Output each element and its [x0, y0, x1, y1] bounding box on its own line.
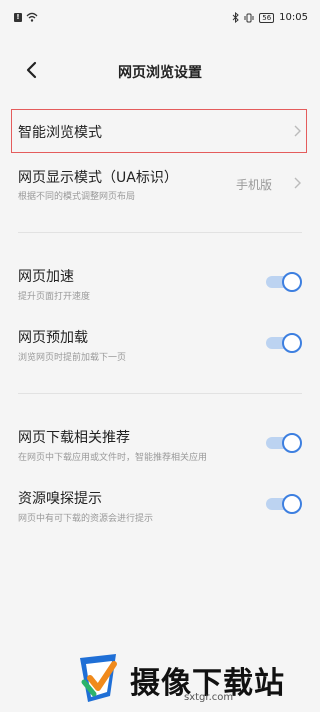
- toggle-knob: [282, 433, 302, 453]
- page-title: 网页浏览设置: [118, 65, 202, 81]
- toggle-knob: [282, 494, 302, 514]
- toggle-knob: [282, 272, 302, 292]
- setting-download-recommend: 网页下载相关推荐 在网页中下载应用或文件时，智能推荐相关应用: [0, 425, 320, 465]
- battery-icon: 56: [259, 12, 275, 23]
- smart-mode-title: 智能浏览模式: [18, 125, 102, 141]
- setting-smart-mode[interactable]: 智能浏览模式: [0, 110, 320, 152]
- display-mode-title: 网页显示模式（UA标识）: [18, 170, 178, 186]
- display-mode-value: 手机版: [235, 178, 272, 192]
- preload-title: 网页预加载: [18, 330, 88, 346]
- chevron-right-icon: [294, 177, 301, 189]
- bluetooth-icon: [232, 12, 239, 23]
- alert-icon: !: [14, 12, 22, 22]
- setting-display-mode[interactable]: 网页显示模式（UA标识） 根据不同的模式调整网页布局 手机版: [0, 162, 320, 206]
- vibrate-icon: [244, 13, 254, 22]
- setting-acceleration: 网页加速 提升页面打开速度: [0, 264, 320, 304]
- download-recommend-toggle[interactable]: [266, 433, 302, 453]
- setting-preload: 网页预加载 浏览网页时提前加载下一页: [0, 325, 320, 365]
- resource-sniff-toggle[interactable]: [266, 494, 302, 514]
- toggle-knob: [282, 333, 302, 353]
- divider: [18, 232, 302, 233]
- status-bar: ! 56 10:05: [0, 0, 320, 38]
- watermark-url: sxtgr.com: [184, 692, 234, 703]
- page-header: 网页浏览设置: [0, 48, 320, 92]
- chevron-right-icon: [294, 125, 301, 137]
- watermark-logo-icon: [80, 654, 117, 702]
- acceleration-toggle[interactable]: [266, 272, 302, 292]
- resource-sniff-subtitle: 网页中有可下载的资源会进行提示: [18, 514, 154, 524]
- divider: [18, 393, 302, 394]
- acceleration-subtitle: 提升页面打开速度: [18, 292, 91, 302]
- preload-toggle[interactable]: [266, 333, 302, 353]
- acceleration-title: 网页加速: [18, 269, 74, 285]
- display-mode-subtitle: 根据不同的模式调整网页布局: [18, 192, 136, 202]
- preload-subtitle: 浏览网页时提前加载下一页: [18, 353, 127, 363]
- download-recommend-title: 网页下载相关推荐: [18, 430, 130, 446]
- status-left: !: [14, 12, 38, 22]
- resource-sniff-title: 资源嗅探提示: [18, 491, 102, 507]
- watermark: 摄像下载站 sxtgr.com: [76, 652, 316, 712]
- status-time: 10:05: [279, 12, 308, 23]
- setting-resource-sniff: 资源嗅探提示 网页中有可下载的资源会进行提示: [0, 486, 320, 526]
- download-recommend-subtitle: 在网页中下载应用或文件时，智能推荐相关应用: [18, 453, 208, 463]
- wifi-icon: [26, 12, 38, 22]
- status-right: 56 10:05: [232, 12, 308, 23]
